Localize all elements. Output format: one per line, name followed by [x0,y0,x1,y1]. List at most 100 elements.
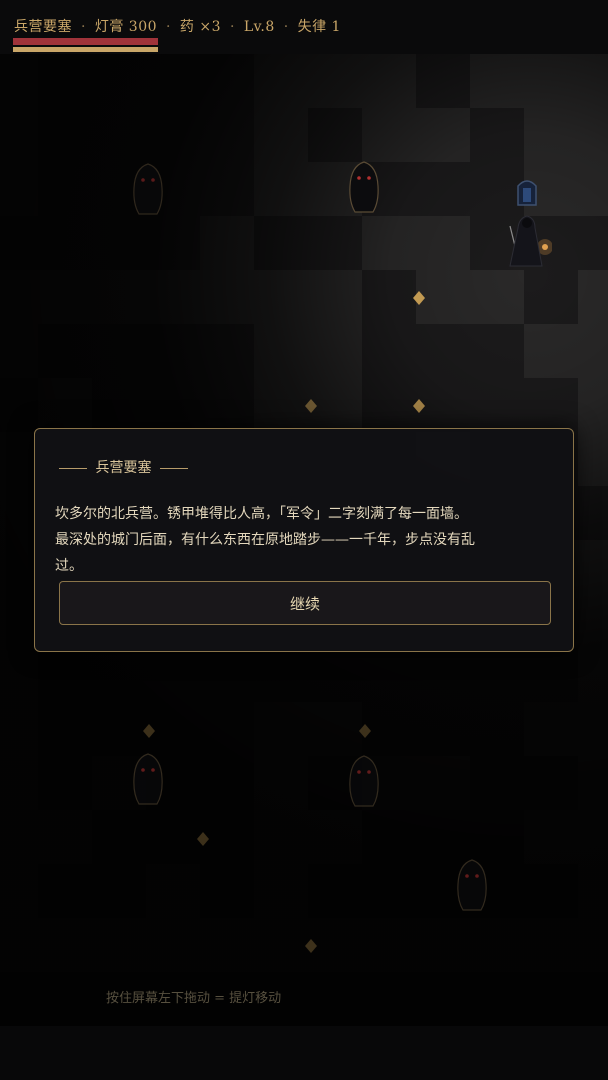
floor-tile [308,216,362,270]
wall-tile [362,918,416,972]
oil-bar [13,47,158,52]
hud-status-line: 兵营要塞 · 灯膏 300 · 药 ×3 · Lv.8 · 失律 1 [14,16,341,36]
wall-tile [0,756,38,810]
shadow-enemy-icon[interactable] [454,858,490,918]
area-intro-dialog: 兵营要塞 坎多尔的北兵营。锈甲堆得比人高，「军令」二字刻满了每一面墙。 最深处的… [34,428,574,652]
wall-tile [0,54,38,108]
floor-tile [524,378,578,432]
amber-shard-icon[interactable] [413,398,425,417]
wall-tile [578,918,608,972]
floor-tile [524,972,578,1026]
wall-tile [578,864,608,918]
floor-tile [38,864,92,918]
wall-tile [524,108,578,162]
floor-tile [200,54,254,108]
wall-tile [38,918,92,972]
wall-tile [38,810,92,864]
wall-tile [470,270,524,324]
wall-tile [308,810,362,864]
floor-tile [524,270,578,324]
bottom-bar [0,1026,608,1080]
continue-button[interactable]: 继续 [59,581,551,625]
floor-tile [0,216,38,270]
title-rule-right [159,467,188,469]
floor-tile [92,648,146,702]
floor-tile [416,324,470,378]
wall-tile [0,432,38,486]
hud-separator: · [80,19,86,35]
floor-tile [578,486,608,540]
wall-tile [524,702,578,756]
shadow-enemy-icon[interactable] [346,754,382,814]
floor-tile [200,702,254,756]
wall-tile [308,54,362,108]
wall-tile [578,378,608,432]
floor-tile [524,864,578,918]
wall-tile [416,918,470,972]
floor-tile [200,378,254,432]
floor-tile [578,972,608,1026]
floor-tile [416,810,470,864]
potion-count: 药 ×3 [179,19,221,35]
wall-tile [0,108,38,162]
floor-tile [92,216,146,270]
floor-tile [146,108,200,162]
amber-shard-icon[interactable] [143,723,155,742]
shadow-enemy-icon[interactable] [130,162,166,222]
wall-tile [362,216,416,270]
floor-tile [362,864,416,918]
game-stage[interactable]: 兵营要塞 · 灯膏 300 · 药 ×3 · Lv.8 · 失律 1 按住屏幕左… [0,0,608,1080]
floor-tile [470,810,524,864]
floor-tile [308,864,362,918]
wall-tile [38,270,92,324]
floor-tile [200,108,254,162]
wall-tile [524,810,578,864]
wall-tile [254,270,308,324]
wall-tile [362,108,416,162]
player-level: Lv.8 [243,19,275,35]
amber-shard-icon[interactable] [305,398,317,417]
wall-tile [146,918,200,972]
hud-separator: · [229,19,235,35]
floor-tile [146,810,200,864]
wall-tile [578,594,608,648]
wall-tile [0,702,38,756]
floor-tile [92,702,146,756]
floor-tile [308,108,362,162]
wall-tile [200,918,254,972]
wall-tile [0,864,38,918]
floor-tile [38,108,92,162]
floor-tile [200,756,254,810]
floor-tile [38,972,92,1026]
floor-tile [470,378,524,432]
floor-tile [38,216,92,270]
wall-tile [416,756,470,810]
floor-tile [362,810,416,864]
oil-bar-fill [13,47,158,52]
wall-tile [578,162,608,216]
amber-shard-icon[interactable] [413,290,425,309]
wall-tile [200,216,254,270]
shrine-door-icon[interactable] [515,176,539,210]
wall-tile [524,54,578,108]
wall-tile [578,540,608,594]
wall-tile [254,756,308,810]
dialog-body-line: 坎多尔的北兵营。锈甲堆得比人高，「军令」二字刻满了每一面墙。 [55,506,468,522]
floor-tile [200,864,254,918]
shadow-enemy-icon[interactable] [346,160,382,220]
discipline-count: 失律 1 [297,19,341,35]
floor-tile [146,216,200,270]
area-name: 兵营要塞 [14,19,72,35]
lamp-oil-count: 灯膏 300 [94,19,158,35]
floor-tile [470,702,524,756]
floor-tile [362,972,416,1026]
amber-shard-icon[interactable] [197,831,209,850]
floor-tile [362,324,416,378]
floor-tile [470,108,524,162]
wall-tile [578,54,608,108]
amber-shard-icon[interactable] [359,723,371,742]
wall-tile [308,702,362,756]
shadow-enemy-icon[interactable] [130,752,166,812]
hud-bar: 兵营要塞 · 灯膏 300 · 药 ×3 · Lv.8 · 失律 1 [0,0,608,54]
amber-shard-icon[interactable] [305,938,317,957]
